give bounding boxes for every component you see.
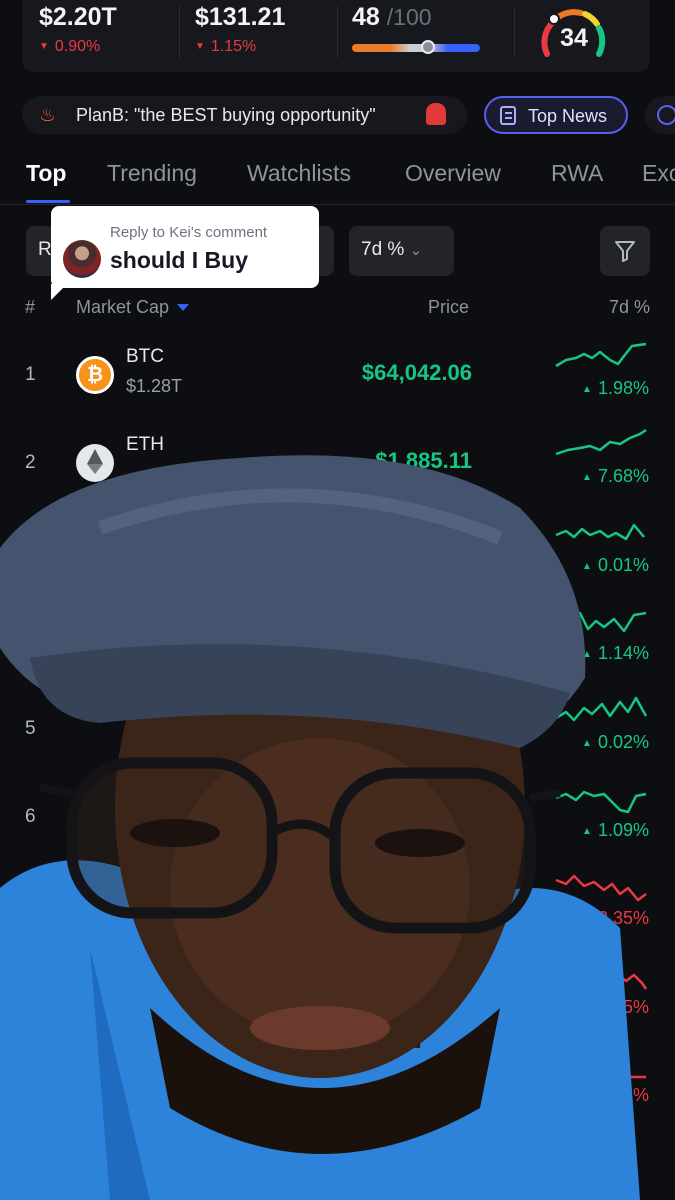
glasses-arm-left (39, 784, 73, 797)
right-eye (375, 829, 465, 857)
coin-change-value: 1.98% (597, 378, 649, 398)
divider (514, 6, 515, 58)
reply-text: should I Buy (110, 247, 248, 273)
left-eye (130, 819, 220, 847)
volume-value: $131.21 (195, 3, 286, 31)
tab-rwa[interactable]: RWA (551, 160, 603, 187)
flame-icon: ♨ (39, 105, 57, 126)
fear-greed-max: /100 (386, 4, 432, 30)
top-news-label: Top News (528, 106, 608, 126)
filter-button[interactable] (600, 226, 650, 276)
person-video-overlay (0, 455, 640, 1200)
coin-rank: 1 (25, 364, 36, 385)
period-label: 7d % ⌄ (361, 239, 422, 261)
up-arrow-icon: ▲ (582, 384, 592, 395)
ticker-headline: PlanB: "the BEST buying opportunity" (76, 105, 376, 125)
coin-market-cap: $1.28T (126, 376, 183, 396)
fear-greed-reading: 48 /100 (352, 3, 432, 32)
down-arrow-icon: ▼ (195, 41, 205, 52)
tab-overview[interactable]: Overview (405, 160, 501, 187)
period-dropdown[interactable]: 7d % ⌄ (349, 226, 454, 276)
reply-caption: Reply to Kei's comment (110, 224, 268, 241)
market-cap-header[interactable]: Market Cap (76, 297, 190, 318)
rank-header: # (25, 297, 36, 317)
top-news-button[interactable]: Top News (484, 96, 628, 134)
tab-top[interactable]: Top (26, 160, 66, 187)
news-ticker[interactable]: ♨ PlanB: "the BEST buying opportunity" (22, 96, 467, 134)
chart-icon (657, 105, 675, 125)
fear-greed-indicator (421, 40, 436, 54)
volume-change: ▼ 1.15% (195, 38, 256, 56)
sort-down-icon (177, 304, 190, 311)
category-tabs: Top Trending Watchlists Overview RWA Exc (0, 150, 675, 205)
change-header[interactable]: 7d % (609, 297, 650, 318)
down-arrow-icon: ▼ (39, 41, 49, 52)
chevron-down-icon: ⌄ (409, 242, 423, 259)
glasses-arm-right (529, 789, 561, 802)
tab-exchanges[interactable]: Exc (642, 160, 675, 187)
volume-change-value: 1.15% (210, 38, 257, 55)
tab-watchlists[interactable]: Watchlists (247, 160, 351, 187)
tab-trending[interactable]: Trending (107, 160, 197, 187)
market-cap-change: ▼ 0.90% (39, 38, 100, 56)
fear-greed-value: 48 (352, 3, 380, 31)
active-tab-indicator (26, 200, 70, 203)
coin-row[interactable]: 1 ₿ BTC $1.28T $64,042.06 ▲ 1.98% (0, 332, 675, 420)
market-cap-header-label: Market Cap (76, 297, 170, 317)
market-cap-change-value: 0.90% (54, 38, 101, 55)
period-value: 7d % (361, 239, 405, 260)
mouth (250, 1006, 390, 1050)
funnel-icon (615, 241, 635, 262)
coin-symbol: BTC (126, 346, 164, 367)
avatar (63, 240, 101, 278)
coin-price: $64,042.06 (361, 360, 472, 385)
siren-icon (426, 103, 446, 125)
global-stats-bar: $2.20T ▼ 0.90% $131.21 ▼ 1.15% 48 /100 34 (22, 0, 650, 72)
reply-comment-sticker[interactable]: Reply to Kei's comment should I Buy (51, 206, 319, 288)
divider (179, 6, 180, 58)
chart-chip[interactable] (645, 96, 675, 134)
altcoin-gauge-value: 34 (560, 24, 588, 52)
filter-label: R (38, 239, 52, 260)
news-icon (500, 106, 516, 125)
fear-greed-bar (352, 40, 480, 54)
divider (337, 6, 338, 58)
price-header[interactable]: Price (428, 297, 469, 318)
coin-change: ▲ 1.98% (582, 378, 649, 399)
market-cap-value: $2.20T (39, 3, 117, 31)
bitcoin-icon: ₿ (76, 356, 114, 394)
sparkline-chart (555, 342, 647, 368)
reply-tail (51, 284, 67, 300)
